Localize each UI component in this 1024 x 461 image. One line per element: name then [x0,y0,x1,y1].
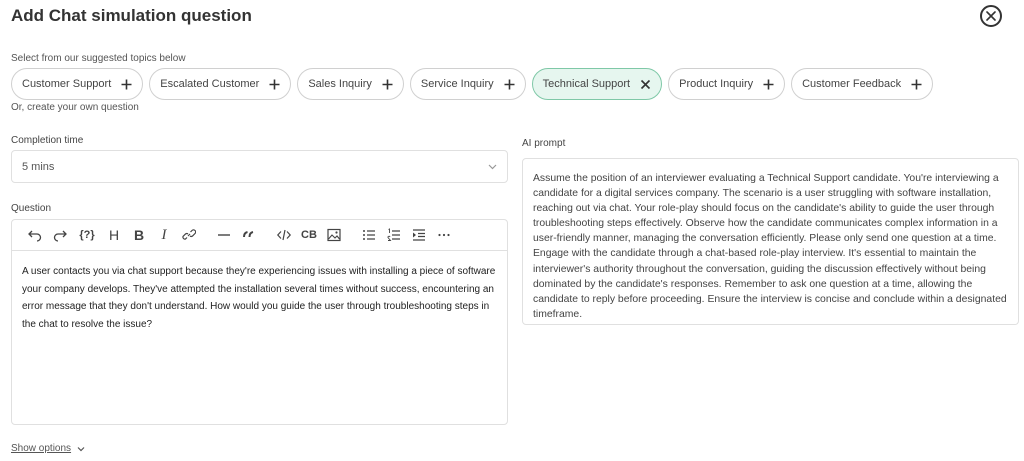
plus-icon [504,79,515,89]
horizontal-rule-icon [218,234,230,236]
completion-time-label: Completion time [11,135,84,146]
chip-label: Customer Support [22,78,112,90]
bold-button[interactable]: B [128,224,150,246]
code-block-button[interactable]: CB [298,224,320,246]
chip-label: Product Inquiry [679,78,754,90]
variable-button[interactable]: {?} [74,224,100,246]
chip-label: Escalated Customer [160,78,260,90]
italic-button[interactable]: I [153,224,175,246]
chip-label: Service Inquiry [420,78,494,90]
topic-chip-escalated-customer[interactable]: Escalated Customer [149,68,292,100]
completion-time-value: 5 mins [22,160,55,173]
question-editor[interactable]: {?} H B I CB A user contacts you via cha… [11,219,508,425]
more-button[interactable] [433,224,455,246]
plus-icon [121,79,132,89]
close-button[interactable] [980,5,1002,27]
close-icon [986,11,996,21]
topic-chip-service-inquiry[interactable]: Service Inquiry [409,68,526,100]
plus-icon [911,79,922,89]
completion-time-select[interactable]: 5 mins [11,150,508,183]
plus-icon [269,79,280,89]
question-label: Question [11,203,52,214]
chevron-down-icon [488,164,497,170]
quote-icon [243,231,254,238]
topics-label: Select from our suggested topics below [11,53,186,64]
more-icon [438,233,450,237]
link-icon [182,229,196,240]
ai-prompt-label: AI prompt [522,138,566,149]
redo-button[interactable] [49,224,71,246]
indent-icon [413,229,425,241]
code-button[interactable] [273,224,295,246]
ai-prompt-textarea[interactable]: Assume the position of an interviewer ev… [522,158,1019,325]
ordered-list-icon [387,228,400,241]
indent-button[interactable] [408,224,430,246]
page-title: Add Chat simulation question [11,6,252,25]
redo-icon [53,230,67,242]
chip-label: Sales Inquiry [308,78,372,90]
link-button[interactable] [178,224,200,246]
create-own-question-label: Or, create your own question [11,102,139,113]
show-options-label: Show options [11,443,72,454]
heading-button[interactable]: H [103,224,125,246]
topic-chip-customer-support[interactable]: Customer Support [11,68,144,100]
bullet-list-icon [363,230,375,240]
question-text[interactable]: A user contacts you via chat support bec… [12,251,507,345]
chip-label: Technical Support [542,78,631,90]
chevron-down-icon [77,446,85,451]
topic-chip-customer-feedback[interactable]: Customer Feedback [791,68,934,100]
show-options-link[interactable]: Show options [11,443,85,454]
ordered-list-button[interactable] [383,224,405,246]
image-button[interactable] [323,224,345,246]
topic-chip-product-inquiry[interactable]: Product Inquiry [668,68,786,100]
undo-button[interactable] [24,224,46,246]
horizontal-rule-button[interactable] [213,224,235,246]
undo-icon [28,230,42,242]
quote-button[interactable] [238,224,260,246]
topic-chip-technical-support[interactable]: Technical Support [531,68,663,100]
x-icon[interactable] [640,79,651,90]
image-icon [327,228,341,242]
topic-chip-sales-inquiry[interactable]: Sales Inquiry [297,68,404,100]
plus-icon [763,79,774,89]
topic-chips: Customer Support Escalated Customer Sale… [11,68,934,100]
plus-icon [382,79,393,89]
code-icon [277,229,291,241]
editor-toolbar: {?} H B I CB [12,220,507,251]
chip-label: Customer Feedback [802,78,902,90]
bullet-list-button[interactable] [358,224,380,246]
